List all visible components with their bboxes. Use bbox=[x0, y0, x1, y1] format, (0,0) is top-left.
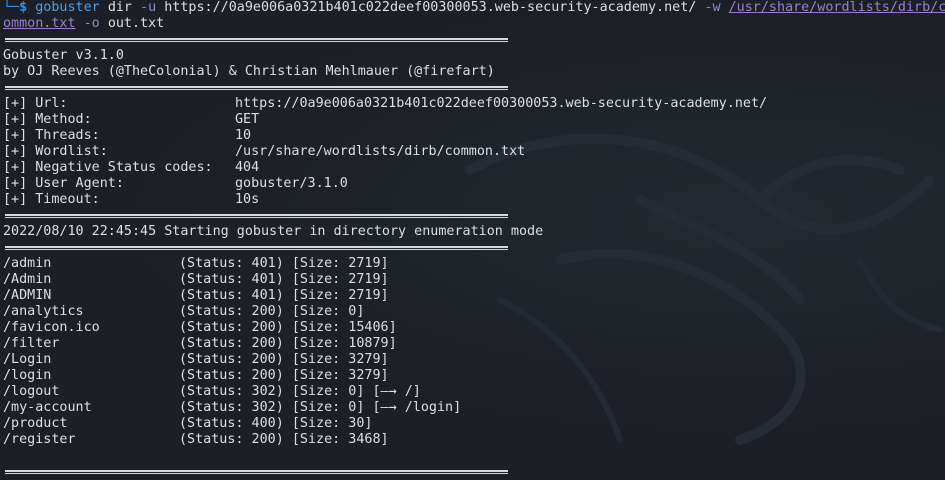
start-message: 2022/08/10 22:45:45 Starting gobuster in… bbox=[3, 224, 544, 239]
result-info: (Status: 200) [Size: 15406] bbox=[179, 320, 397, 335]
result-path: /ADMIN bbox=[3, 288, 52, 303]
config-row: [+] Url: https://0a9e006a0321b401c022deef… bbox=[3, 96, 945, 112]
result-row: /login (Status: 200) [Size: 3279] bbox=[3, 368, 945, 384]
result-path: /Admin bbox=[3, 272, 52, 287]
separator bbox=[5, 214, 508, 218]
banner-version: Gobuster v3.1.0 bbox=[3, 48, 124, 63]
result-path: /register bbox=[3, 432, 76, 447]
config-value: /usr/share/wordlists/dirb/common.txt bbox=[235, 144, 526, 159]
result-path: /product bbox=[3, 416, 68, 431]
result-path: /logout bbox=[3, 384, 60, 399]
result-info: (Status: 302) [Size: 0] [—→ /] bbox=[179, 384, 421, 399]
config-label: [+] Method: bbox=[3, 112, 92, 127]
result-path: /filter bbox=[3, 336, 60, 351]
prompt-corner: └─ bbox=[3, 0, 20, 15]
config-value: 404 bbox=[235, 160, 260, 175]
banner-authors: by OJ Reeves (@TheColonial) & Christian … bbox=[3, 64, 495, 79]
result-path: /Login bbox=[3, 352, 52, 367]
result-path: /admin bbox=[3, 256, 52, 271]
config-value: 10 bbox=[235, 128, 252, 143]
result-info: (Status: 200) [Size: 3468] bbox=[179, 432, 389, 447]
result-path: /my-account bbox=[3, 400, 92, 415]
result-info: (Status: 200) [Size: 3279] bbox=[179, 368, 389, 383]
result-path: /favicon.ico bbox=[3, 320, 100, 335]
separator bbox=[5, 38, 508, 42]
command-subcommand: dir bbox=[107, 0, 132, 15]
config-label: [+] Negative Status codes: bbox=[3, 160, 213, 175]
result-info: (Status: 401) [Size: 2719] bbox=[179, 272, 389, 287]
result-row: /my-account (Status: 302) [Size: 0] [—→ /… bbox=[3, 400, 945, 416]
command-output: out.txt bbox=[107, 16, 165, 31]
result-info: (Status: 401) [Size: 2719] bbox=[179, 256, 389, 271]
separator bbox=[5, 246, 508, 250]
config-value: 10s bbox=[235, 192, 260, 207]
result-row: /register (Status: 200) [Size: 3468] bbox=[3, 432, 945, 448]
command-url: https://0a9e006a0321b401c022deef00300053… bbox=[164, 0, 697, 15]
command-flag-w: -w bbox=[704, 0, 721, 15]
config-label: [+] Threads: bbox=[3, 128, 100, 143]
command-line-wrap: ommon.txt -o out.txt bbox=[3, 16, 945, 32]
result-info: (Status: 401) [Size: 2719] bbox=[179, 288, 389, 303]
result-row: /logout (Status: 302) [Size: 0] [—→ /] bbox=[3, 384, 945, 400]
config-row: [+] Wordlist: /usr/share/wordlists/dirb/c… bbox=[3, 144, 945, 160]
terminal-window[interactable]: └─$ gobuster dir -u https://0a9e006a0321… bbox=[0, 0, 945, 480]
separator bbox=[5, 86, 508, 90]
separator bbox=[5, 470, 508, 474]
result-path: /login bbox=[3, 368, 52, 383]
command-program: gobuster bbox=[35, 0, 100, 15]
result-info: (Status: 200) [Size: 3279] bbox=[179, 352, 389, 367]
result-row: /ADMIN (Status: 401) [Size: 2719] bbox=[3, 288, 945, 304]
result-row: /filter (Status: 200) [Size: 10879] bbox=[3, 336, 945, 352]
config-row: [+] Negative Status codes: 404 bbox=[3, 160, 945, 176]
prompt-dollar: $ bbox=[19, 0, 28, 15]
config-row: [+] Threads: 10 bbox=[3, 128, 945, 144]
command-wordlist: /usr/share/wordlists/dirb/c bbox=[728, 0, 945, 15]
result-info: (Status: 400) [Size: 30] bbox=[179, 416, 373, 431]
config-row: [+] User Agent: gobuster/3.1.0 bbox=[3, 176, 945, 192]
command-flag-u: -u bbox=[140, 0, 157, 15]
config-value: https://0a9e006a0321b401c022deef00300053… bbox=[235, 96, 768, 111]
config-value: gobuster/3.1.0 bbox=[235, 176, 348, 191]
config-label: [+] User Agent: bbox=[3, 176, 124, 191]
result-info: (Status: 200) [Size: 0] bbox=[179, 304, 365, 319]
command-wordlist-wrap: ommon.txt bbox=[3, 16, 76, 31]
config-label: [+] Timeout: bbox=[3, 192, 100, 207]
result-row: /product (Status: 400) [Size: 30] bbox=[3, 416, 945, 432]
result-info: (Status: 302) [Size: 0] [—→ /login] bbox=[179, 400, 462, 415]
config-label: [+] Url: bbox=[3, 96, 68, 111]
result-row: /Login (Status: 200) [Size: 3279] bbox=[3, 352, 945, 368]
command-flag-o: -o bbox=[83, 16, 100, 31]
result-row: /favicon.ico (Status: 200) [Size: 15406] bbox=[3, 320, 945, 336]
config-row: [+] Timeout: 10s bbox=[3, 192, 945, 208]
config-row: [+] Method: GET bbox=[3, 112, 945, 128]
config-label: [+] Wordlist: bbox=[3, 144, 108, 159]
result-info: (Status: 200) [Size: 10879] bbox=[179, 336, 397, 351]
result-row: /analytics (Status: 200) [Size: 0] bbox=[3, 304, 945, 320]
result-path: /analytics bbox=[3, 304, 84, 319]
command-line: └─$ gobuster dir -u https://0a9e006a0321… bbox=[3, 0, 945, 16]
config-value: GET bbox=[235, 112, 260, 127]
result-row: /Admin (Status: 401) [Size: 2719] bbox=[3, 272, 945, 288]
result-row: /admin (Status: 401) [Size: 2719] bbox=[3, 256, 945, 272]
